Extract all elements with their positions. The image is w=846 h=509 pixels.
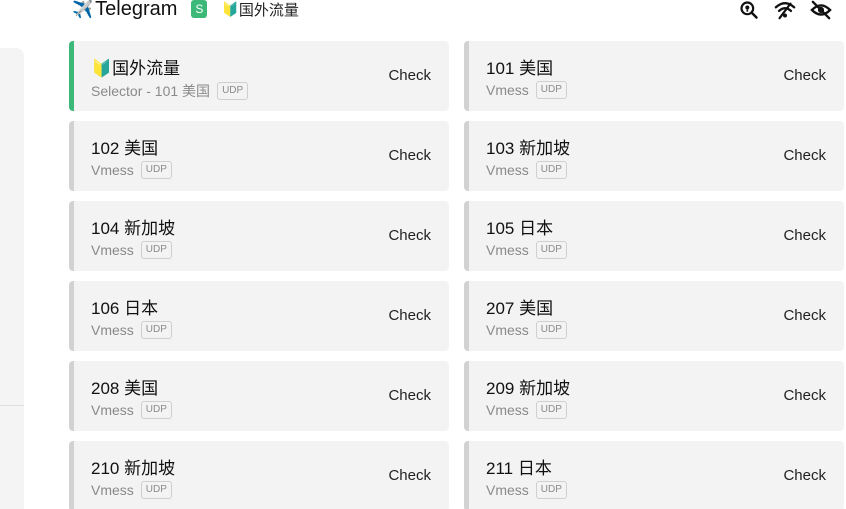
proxy-card[interactable]: 104 新加坡 Vmess UDP Check xyxy=(69,201,449,271)
proxy-type: Vmess xyxy=(486,242,529,258)
proxy-card[interactable]: 103 新加坡 Vmess UDP Check xyxy=(464,121,844,191)
udp-badge: UDP xyxy=(140,481,172,499)
proxy-type: Vmess xyxy=(91,242,134,258)
proxy-name: 210 新加坡 xyxy=(91,459,176,478)
proxy-card[interactable]: 105 日本 Vmess UDP Check xyxy=(464,201,844,271)
check-delay-button[interactable]: Check xyxy=(388,387,431,404)
proxy-meta: Vmess UDP xyxy=(91,481,172,499)
proxy-meta: Vmess UDP xyxy=(486,401,567,419)
proxy-type: Vmess xyxy=(91,322,134,338)
group-type-badge: S xyxy=(191,0,208,18)
wifi-check-icon[interactable] xyxy=(774,0,796,20)
proxy-type: Vmess xyxy=(486,322,529,338)
check-delay-button[interactable]: Check xyxy=(783,307,826,324)
udp-badge: UDP xyxy=(535,321,567,339)
proxy-name: 101 美国 xyxy=(486,59,554,78)
udp-badge: UDP xyxy=(535,241,567,259)
airplane-icon: ✈️ xyxy=(72,0,94,19)
proxy-card[interactable]: 207 美国 Vmess UDP Check xyxy=(464,281,844,351)
proxy-name: 106 日本 xyxy=(91,299,159,318)
proxy-meta: Vmess UDP xyxy=(91,401,172,419)
eye-off-icon[interactable] xyxy=(810,0,832,20)
proxy-card[interactable]: 106 日本 Vmess UDP Check xyxy=(69,281,449,351)
check-delay-button[interactable]: Check xyxy=(783,147,826,164)
proxy-card[interactable]: 210 新加坡 Vmess UDP Check xyxy=(69,441,449,509)
check-delay-button[interactable]: Check xyxy=(388,467,431,484)
proxy-card[interactable]: 101 美国 Vmess UDP Check xyxy=(464,41,844,111)
check-delay-button[interactable]: Check xyxy=(388,227,431,244)
beginner-badge-icon: 🔰 xyxy=(221,0,239,17)
location-search-icon[interactable] xyxy=(738,0,760,20)
check-delay-button[interactable]: Check xyxy=(783,467,826,484)
udp-badge: UDP xyxy=(535,401,567,419)
proxy-card[interactable]: 🔰国外流量 Selector - 101 美国 UDP Check xyxy=(69,41,449,111)
proxy-type: Vmess xyxy=(91,482,134,498)
group-title: Telegram xyxy=(95,0,178,20)
proxy-meta: Vmess UDP xyxy=(486,241,567,259)
udp-badge: UDP xyxy=(140,161,172,179)
proxy-name: 103 新加坡 xyxy=(486,139,571,158)
header-actions xyxy=(738,0,832,20)
check-delay-button[interactable]: Check xyxy=(388,307,431,324)
proxy-card[interactable]: 208 美国 Vmess UDP Check xyxy=(69,361,449,431)
udp-badge: UDP xyxy=(535,81,567,99)
sidebar-divider xyxy=(0,405,24,406)
check-delay-button[interactable]: Check xyxy=(388,67,431,84)
current-proxy-label: 国外流量 xyxy=(238,1,299,19)
udp-badge: UDP xyxy=(535,481,567,499)
proxy-meta: Vmess UDP xyxy=(91,161,172,179)
proxy-name: 105 日本 xyxy=(486,219,554,238)
proxy-meta: Vmess UDP xyxy=(486,481,567,499)
proxies-page: ✈️ Telegram S 🔰 国外流量 🔰国外流量 Selector - 10… xyxy=(0,0,846,509)
proxy-name: 209 新加坡 xyxy=(486,379,571,398)
udp-badge: UDP xyxy=(140,241,172,259)
proxy-name: 102 美国 xyxy=(91,139,159,158)
proxy-meta: Vmess UDP xyxy=(91,321,172,339)
check-delay-button[interactable]: Check xyxy=(783,67,826,84)
check-delay-button[interactable]: Check xyxy=(783,387,826,404)
proxy-name: 207 美国 xyxy=(486,299,554,318)
proxy-type: Vmess xyxy=(486,482,529,498)
sidebar-panel xyxy=(0,48,24,509)
proxy-type: Vmess xyxy=(91,162,134,178)
udp-badge: UDP xyxy=(140,321,172,339)
udp-badge: UDP xyxy=(140,401,172,419)
check-delay-button[interactable]: Check xyxy=(783,227,826,244)
proxy-type: Vmess xyxy=(486,82,529,98)
proxy-meta: Vmess UDP xyxy=(486,161,567,179)
proxy-name: 🔰国外流量 xyxy=(91,59,181,78)
proxy-type: Vmess xyxy=(486,162,529,178)
proxy-name: 208 美国 xyxy=(91,379,159,398)
proxy-name: 104 新加坡 xyxy=(91,219,176,238)
proxy-group-header[interactable]: ✈️ Telegram S 🔰 国外流量 xyxy=(72,0,299,20)
proxy-meta: Vmess UDP xyxy=(486,81,567,99)
proxy-type: Vmess xyxy=(91,402,134,418)
check-delay-button[interactable]: Check xyxy=(388,147,431,164)
proxy-type: Vmess xyxy=(486,402,529,418)
proxy-card[interactable]: 209 新加坡 Vmess UDP Check xyxy=(464,361,844,431)
proxy-grid: 🔰国外流量 Selector - 101 美国 UDP Check 101 美国 Vmes… xyxy=(69,41,844,509)
proxy-type: Selector - 101 美国 xyxy=(91,83,211,99)
proxy-name: 211 日本 xyxy=(486,459,552,478)
proxy-card[interactable]: 102 美国 Vmess UDP Check xyxy=(69,121,449,191)
proxy-meta: Vmess UDP xyxy=(486,321,567,339)
udp-badge: UDP xyxy=(535,161,567,179)
proxy-meta: Vmess UDP xyxy=(91,241,172,259)
proxy-card[interactable]: 211 日本 Vmess UDP Check xyxy=(464,441,844,509)
proxy-meta: Selector - 101 美国 UDP xyxy=(91,81,249,101)
udp-badge: UDP xyxy=(217,82,249,100)
